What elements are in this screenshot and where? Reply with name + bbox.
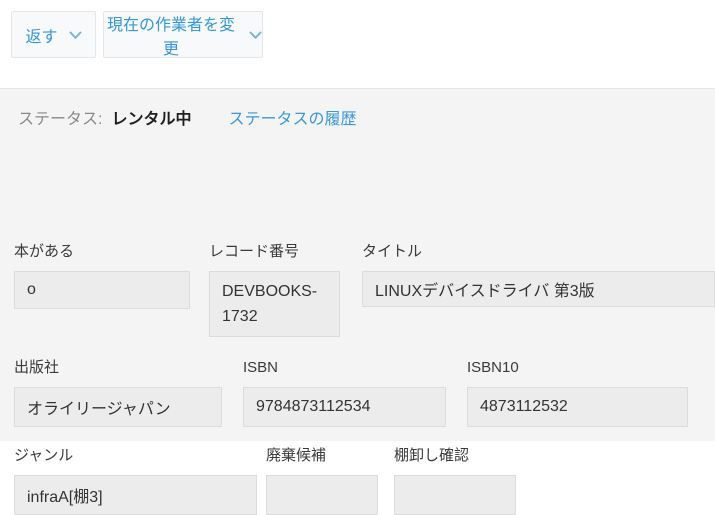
change-worker-button-label: 現在の作業者を変更 xyxy=(106,16,235,58)
field-title-label: タイトル xyxy=(362,243,423,260)
field-genre: ジャンル infraA[棚3] xyxy=(14,445,257,515)
change-worker-button[interactable]: 現在の作業者を変更 xyxy=(103,11,263,58)
field-record-number: レコード番号 DEVBOOKS-1732 xyxy=(209,241,340,337)
field-isbn: ISBN 9784873112534 xyxy=(243,357,446,427)
field-isbn-label: ISBN xyxy=(243,359,279,376)
field-title: タイトル LINUXデバイスドライバ 第3版 xyxy=(362,241,715,307)
field-publisher-label: 出版社 xyxy=(14,359,60,376)
field-isbn10: ISBN10 4873112532 xyxy=(467,357,688,427)
return-status-button[interactable]: 返す xyxy=(11,11,96,58)
field-isbn-value: 9784873112534 xyxy=(243,387,446,427)
field-book-exists: 本がある o xyxy=(14,241,190,309)
field-genre-value: infraA[棚3] xyxy=(14,475,257,515)
field-record-number-label: レコード番号 xyxy=(209,243,300,260)
field-disposal-candidate-value xyxy=(266,475,378,515)
field-isbn10-value: 4873112532 xyxy=(467,387,688,427)
field-disposal-candidate: 廃棄候補 xyxy=(266,445,378,515)
chevron-down-icon[interactable] xyxy=(249,31,262,40)
status-label: ステータス: xyxy=(18,111,103,128)
record-detail-section: ステータス: レンタル中 ステータスの履歴 本がある o レコード番号 DEVB… xyxy=(0,88,715,515)
field-genre-label: ジャンル xyxy=(14,447,74,464)
status-row: ステータス: レンタル中 ステータスの履歴 xyxy=(18,105,356,129)
field-disposal-candidate-label: 廃棄候補 xyxy=(266,447,327,464)
field-record-number-value: DEVBOOKS-1732 xyxy=(209,271,340,337)
field-title-value: LINUXデバイスドライバ 第3版 xyxy=(362,271,715,307)
field-book-exists-label: 本がある xyxy=(14,243,75,260)
return-status-button-label: 返す xyxy=(25,28,58,46)
field-inventory-check: 棚卸し確認 xyxy=(394,445,516,515)
field-book-exists-value: o xyxy=(14,271,190,309)
status-value: レンタル中 xyxy=(111,111,192,128)
status-history-link[interactable]: ステータスの履歴 xyxy=(228,105,356,129)
chevron-down-icon[interactable] xyxy=(69,31,82,40)
field-isbn10-label: ISBN10 xyxy=(467,359,519,376)
field-publisher: 出版社 オライリージャパン xyxy=(14,357,222,427)
field-inventory-check-value xyxy=(394,475,516,515)
field-inventory-check-label: 棚卸し確認 xyxy=(394,447,470,464)
action-toolbar: 返す 現在の作業者を変更 xyxy=(0,0,715,88)
field-publisher-value: オライリージャパン xyxy=(14,387,222,427)
